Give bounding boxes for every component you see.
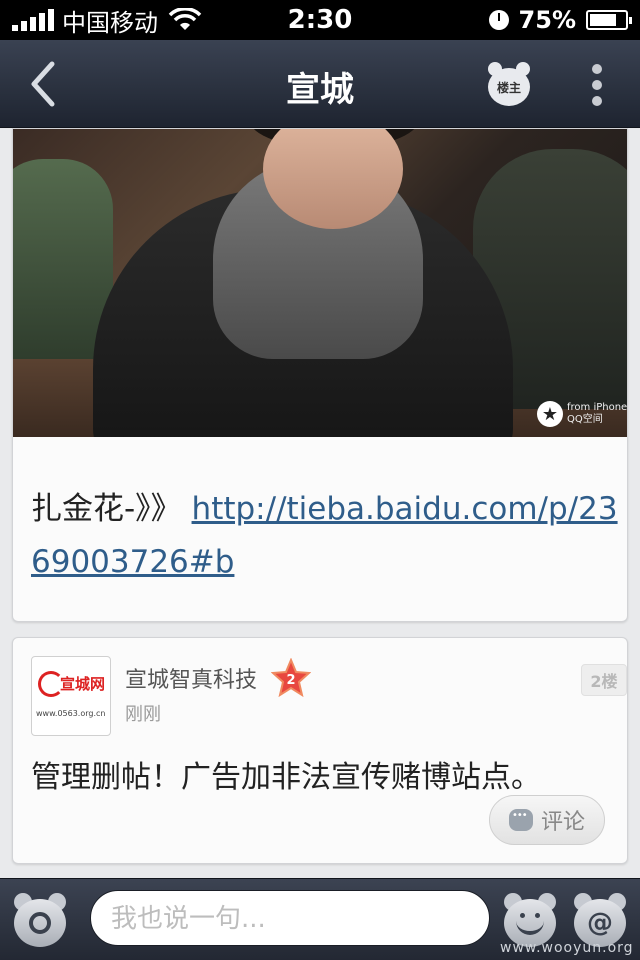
qq-zone-star-icon: ★ [537, 401, 563, 427]
dot-icon [592, 96, 602, 106]
camera-icon [14, 899, 66, 947]
avatar-logo-url: www.0563.org.cn [36, 709, 106, 718]
camera-button[interactable] [14, 893, 66, 947]
navigation-bar: 宣城 楼主 [0, 40, 640, 128]
battery-level [590, 14, 616, 26]
comment-button[interactable]: 评论 [489, 795, 605, 845]
avatar[interactable]: 宣城网 www.0563.org.cn [31, 656, 111, 736]
post-card: ★ from iPhone QQ空间 扎金花-》》 http://tieba.b… [12, 128, 628, 622]
status-bar: 中国移动 2:30 75% [0, 0, 640, 40]
reply-card: 宣城网 www.0563.org.cn 宣城智真科技 2 刚刚 2楼 管理删帖！… [12, 637, 628, 864]
watermark-line-1: from iPhone [567, 402, 628, 413]
emoji-button[interactable] [504, 893, 556, 947]
page-title: 宣城 [286, 70, 354, 110]
photo-watermark: ★ from iPhone QQ空间 [537, 401, 627, 427]
post-photo[interactable]: ★ from iPhone QQ空间 [13, 129, 627, 437]
watermark-line-2: QQ空间 [567, 414, 603, 425]
level-star-badge: 2 [271, 658, 311, 698]
dot-icon [592, 64, 602, 74]
floor-number: 2楼 [581, 664, 627, 696]
svg-text:2: 2 [286, 673, 295, 688]
post-body: 扎金花-》》 http://tieba.baidu.com/p/23690037… [31, 483, 621, 589]
mention-button[interactable]: @ [574, 893, 626, 947]
post-text-prefix: 扎金花-》》 [31, 491, 182, 527]
more-menu-button[interactable] [586, 64, 608, 106]
reply-username[interactable]: 宣城智真科技 [125, 662, 257, 694]
alarm-clock-icon [488, 10, 509, 30]
reply-input[interactable]: 我也说一句... [90, 890, 490, 946]
owner-only-button[interactable]: 楼主 [486, 60, 532, 108]
wifi-icon [168, 8, 202, 30]
comment-bubble-icon [508, 809, 533, 831]
comment-label: 评论 [540, 810, 585, 835]
reply-time: 刚刚 [125, 704, 161, 725]
battery-icon [586, 10, 632, 30]
owner-label: 楼主 [488, 68, 530, 106]
site-watermark: www.wooyun.org [500, 940, 634, 956]
dot-icon [592, 80, 602, 90]
reply-body: 管理删帖！广告加非法宣传赌博站点。 [31, 760, 541, 795]
signal-strength-icon [12, 9, 54, 31]
avatar-logo-text: 宣城网 [60, 675, 106, 693]
carrier-name: 中国移动 [62, 8, 158, 37]
battery-percent: 75% [518, 6, 576, 34]
